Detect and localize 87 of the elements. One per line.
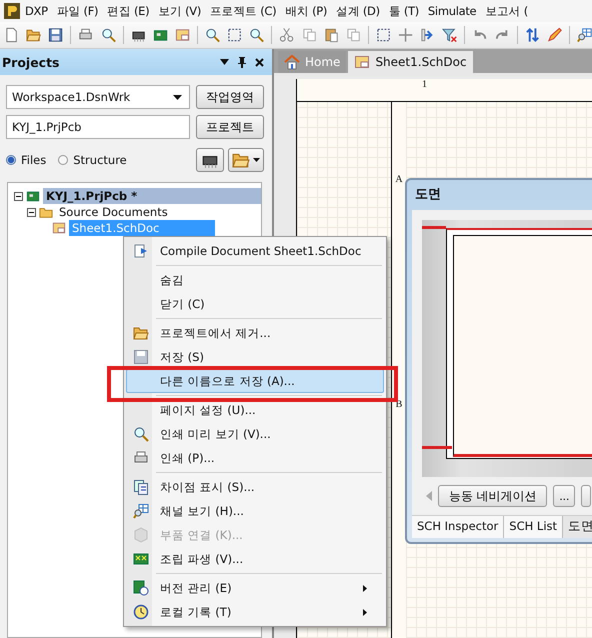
panel-button[interactable] <box>581 485 592 507</box>
magnifier-icon[interactable] <box>249 27 264 43</box>
menu-item[interactable]: Simulate <box>424 4 482 18</box>
swap-arrows-icon[interactable] <box>524 27 540 43</box>
menu-item[interactable]: 파일 (F) <box>54 4 104 18</box>
submenu-arrow-icon <box>363 584 367 592</box>
window-icon[interactable] <box>174 27 190 43</box>
column-marker: 1 <box>422 79 427 92</box>
menu-item[interactable]: 다른 이름으로 저장 (A)... <box>126 369 384 393</box>
floppy-icon <box>133 349 149 365</box>
circuit-board-icon <box>133 551 149 567</box>
menu-item[interactable]: 버전 관리 (E) <box>126 576 384 600</box>
magnifier-icon[interactable] <box>100 27 116 43</box>
app-logo-icon[interactable] <box>4 3 20 19</box>
menu-item[interactable]: 인쇄 미리 보기 (V)... <box>126 422 384 446</box>
panel-title: 도면 <box>414 186 442 204</box>
folder-icon <box>133 325 149 341</box>
pencil-icon[interactable] <box>546 27 562 43</box>
folder-icon[interactable] <box>26 27 42 43</box>
tree-item[interactable]: Source Documents <box>56 204 261 220</box>
folder-icon <box>38 205 54 219</box>
dropdown-arrow-icon[interactable] <box>173 94 182 100</box>
window-icon <box>354 54 370 70</box>
caret-icon <box>253 158 260 162</box>
radio-option[interactable]: Files <box>6 153 46 167</box>
magnifier-icon <box>133 426 149 442</box>
compare-icon <box>133 479 149 495</box>
project-field[interactable]: KYJ_1.PrjPcb <box>6 115 190 139</box>
window-icon <box>51 221 67 235</box>
workspace-button[interactable]: 작업영역 <box>196 85 264 109</box>
clock-icon <box>133 604 149 620</box>
menu-item[interactable]: 조립 파생 (V)... <box>126 547 384 571</box>
panel-title: Projects <box>2 54 61 70</box>
menu-item[interactable]: 차이점 표시 (S)... <box>126 475 384 499</box>
dashed-box-icon[interactable] <box>227 27 242 43</box>
component-icon <box>133 527 149 543</box>
menu-item[interactable]: 배치 (P) <box>282 4 334 18</box>
chip-button[interactable] <box>196 148 224 172</box>
radio-option[interactable]: Structure <box>58 153 127 167</box>
menu-item[interactable]: 로컬 기록 (T) <box>126 600 384 624</box>
menu-item[interactable]: 툴 (T) <box>386 4 425 18</box>
table-magnifier-icon <box>133 503 149 519</box>
collapse-icon[interactable] <box>14 192 23 200</box>
compile-icon <box>133 243 149 259</box>
dashed-box-icon[interactable] <box>376 27 392 43</box>
dropdown-arrow-icon[interactable] <box>220 59 229 65</box>
navigation-button[interactable]: 능동 네비게이션 <box>438 485 548 507</box>
scissors-icon[interactable] <box>279 27 294 43</box>
floppy-icon[interactable] <box>48 27 64 43</box>
move-icon[interactable] <box>398 27 414 43</box>
more-button[interactable]: ... <box>553 485 576 507</box>
clipboard-icon[interactable] <box>324 27 339 43</box>
menu-item[interactable]: 닫기 (C) <box>126 292 384 316</box>
pin-icon[interactable] <box>238 56 246 68</box>
collapse-icon[interactable] <box>27 208 36 216</box>
menu-item[interactable]: 인쇄 (P)... <box>126 446 384 470</box>
folder-dropdown-button[interactable] <box>228 148 264 172</box>
menu-item[interactable]: 페이지 설정 (U)... <box>126 398 384 422</box>
table-magnifier-icon[interactable] <box>576 27 592 43</box>
magnifier-icon[interactable] <box>204 27 220 43</box>
document-icon[interactable] <box>4 27 20 43</box>
menu-item[interactable]: 채널 보기 (H)... <box>126 499 384 523</box>
house-icon <box>284 54 300 70</box>
project-button[interactable]: 프로젝트 <box>196 115 264 139</box>
menu-item[interactable]: Compile Document Sheet1.SchDoc <box>126 239 384 263</box>
workspace-dropdown[interactable]: Workspace1.DsnWrk <box>6 85 190 109</box>
tree-item[interactable]: KYJ_1.PrjPcb * <box>43 188 261 204</box>
panel-tab[interactable]: SCH List <box>504 516 564 538</box>
board-clock-icon <box>133 580 149 596</box>
submenu-arrow-icon <box>363 608 367 616</box>
menu-item[interactable]: 프로젝트 (C) <box>207 4 282 18</box>
menu-item[interactable]: 보고서 ( <box>482 4 534 18</box>
menu-item[interactable]: DXP <box>22 4 54 18</box>
folder-icon <box>232 151 250 169</box>
close-icon[interactable] <box>255 58 264 66</box>
document-tab[interactable]: Sheet1.SchDoc <box>348 51 473 73</box>
arrow-icon[interactable] <box>420 27 436 43</box>
menu-item[interactable]: 편집 (E) <box>104 4 156 18</box>
panel-tab[interactable]: SCH Inspector <box>412 516 504 538</box>
menu-item[interactable]: 프로젝트에서 제거... <box>126 321 384 345</box>
filter-icon[interactable] <box>442 27 458 43</box>
menu-item[interactable]: 숨김 <box>126 268 384 292</box>
menu-item[interactable]: 저장 (S) <box>126 345 384 369</box>
circuit-board-icon <box>25 189 41 203</box>
row-marker: A <box>395 174 403 185</box>
menu-item[interactable]: 설계 (D) <box>333 4 386 18</box>
menu-item[interactable]: 보기 (V) <box>155 4 208 18</box>
